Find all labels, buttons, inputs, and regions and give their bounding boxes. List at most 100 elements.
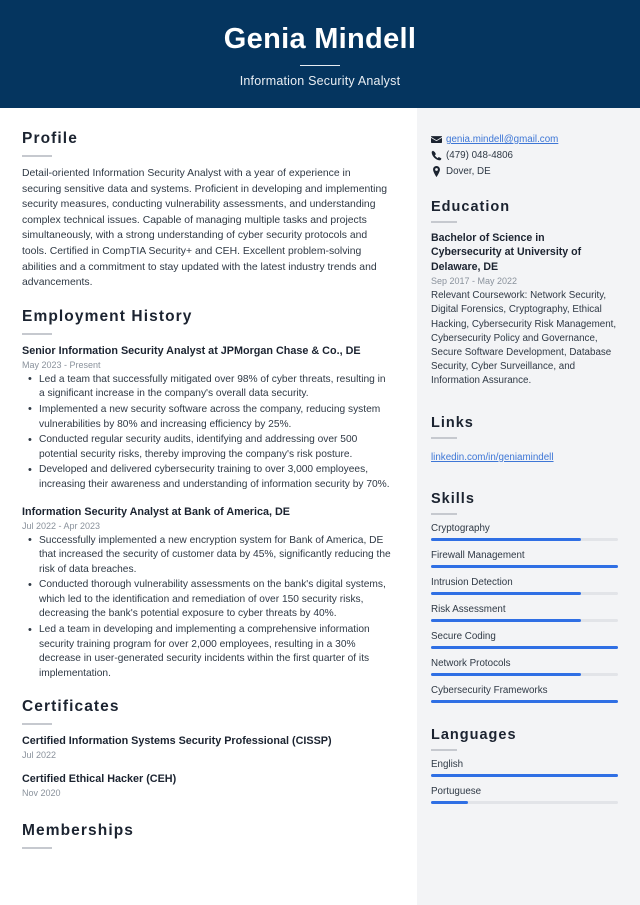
- skill-bar-track: [431, 564, 618, 568]
- education-description: Relevant Coursework: Network Security, D…: [431, 290, 617, 387]
- skill-label: Risk Assessment: [431, 603, 506, 615]
- skill-label: Firewall Management: [431, 549, 525, 561]
- language-bar-track: [431, 800, 618, 804]
- job-date: Jul 2022 - Apr 2023: [22, 520, 101, 531]
- job-bullet: Developed and delivered cybersecurity tr…: [22, 463, 391, 492]
- contact-row-phone: (479) 048-4806: [431, 150, 618, 161]
- education-date: Sep 2017 - May 2022: [431, 276, 518, 287]
- section-rule: [431, 436, 457, 439]
- memberships-section: Memberships: [22, 822, 391, 850]
- certificate-entry: Certified Information Systems Security P…: [22, 734, 391, 760]
- job-bullet: Conducted regular security audits, ident…: [22, 433, 391, 462]
- links-section: Links linkedin.com/in/geniamindell: [431, 415, 618, 465]
- language-bar-fill: [431, 773, 618, 777]
- candidate-name: Genia Mindell: [223, 22, 417, 55]
- skill-label: Intrusion Detection: [431, 576, 513, 588]
- skill-bar-track: [431, 591, 618, 595]
- email-link[interactable]: genia.mindell@gmail.com: [446, 134, 558, 145]
- skill-bar-track: [431, 537, 618, 541]
- skill-bar-fill: [431, 645, 618, 649]
- job-entry: Senior Information Security Analyst at J…: [22, 344, 391, 493]
- skill-bar-track: [431, 699, 618, 703]
- profile-heading: Profile: [22, 130, 78, 147]
- language-label: Portuguese: [431, 785, 482, 797]
- skill-label: Secure Coding: [431, 630, 496, 642]
- certificate-name: Certified Information Systems Security P…: [22, 735, 332, 748]
- skill-item: Secure Coding: [431, 631, 618, 649]
- job-entry: Information Security Analyst at Bank of …: [22, 505, 391, 682]
- language-item: Portuguese: [431, 786, 618, 804]
- skill-item: Risk Assessment: [431, 604, 618, 622]
- section-rule: [22, 332, 52, 335]
- profile-section: Profile Detail-oriented Information Secu…: [22, 130, 391, 291]
- resume-body: Profile Detail-oriented Information Secu…: [0, 108, 640, 905]
- skill-item: Intrusion Detection: [431, 577, 618, 595]
- skill-bar-track: [431, 645, 618, 649]
- section-rule: [431, 748, 457, 751]
- skill-item: Firewall Management: [431, 550, 618, 568]
- contact-list: genia.mindell@gmail.com (479) 048-4806 D…: [431, 134, 618, 177]
- certificates-heading: Certificates: [22, 698, 120, 716]
- skill-bar-fill: [431, 564, 618, 568]
- contact-row-location: Dover, DE: [431, 166, 618, 177]
- skill-bar-fill: [431, 537, 581, 541]
- resume-header: Genia Mindell Information Security Analy…: [0, 0, 640, 108]
- education-section: Education Bachelor of Science in Cyberse…: [431, 199, 618, 389]
- skill-bar-track: [431, 672, 618, 676]
- skill-bar-fill: [431, 672, 581, 676]
- employment-heading: Employment History: [22, 307, 193, 325]
- certificate-date: Jul 2022: [22, 750, 57, 761]
- skill-label: Cybersecurity Frameworks: [431, 684, 548, 696]
- job-date: May 2023 - Present: [22, 359, 101, 370]
- memberships-heading: Memberships: [22, 822, 135, 840]
- profile-text: Detail-oriented Information Security Ana…: [22, 168, 388, 289]
- job-bullets: Led a team that successfully mitigated o…: [22, 372, 391, 493]
- envelope-icon: [431, 134, 446, 145]
- section-rule: [22, 723, 52, 726]
- job-title: Information Security Analyst at Bank of …: [22, 505, 290, 518]
- sidebar-column: genia.mindell@gmail.com (479) 048-4806 D…: [417, 108, 640, 905]
- resume-page: Genia Mindell Information Security Analy…: [0, 0, 640, 905]
- job-bullet: Conducted thorough vulnerability assessm…: [22, 578, 391, 622]
- certificate-name: Certified Ethical Hacker (CEH): [22, 773, 177, 786]
- skill-label: Network Protocols: [431, 657, 511, 669]
- skill-bar-track: [431, 618, 618, 622]
- language-bar-fill: [431, 800, 469, 804]
- job-bullets: Successfully implemented a new encryptio…: [22, 533, 391, 682]
- job-title: Senior Information Security Analyst at J…: [22, 344, 361, 357]
- skill-bar-fill: [431, 591, 581, 595]
- candidate-job-title: Information Security Analyst: [239, 74, 401, 89]
- language-bar-track: [431, 773, 618, 777]
- skill-item: Network Protocols: [431, 658, 618, 676]
- location-value: Dover, DE: [446, 166, 491, 177]
- phone-icon: [431, 150, 446, 161]
- skill-bar-fill: [431, 618, 581, 622]
- skill-bar-fill: [431, 699, 618, 703]
- links-heading: Links: [431, 414, 474, 431]
- skill-item: Cryptography: [431, 523, 618, 541]
- job-bullet: Implemented a new security software acro…: [22, 402, 391, 432]
- language-item: English: [431, 759, 618, 777]
- certificates-section: Certificates Certified Information Syste…: [22, 698, 391, 798]
- language-label: English: [431, 758, 464, 770]
- location-pin-icon: [431, 166, 446, 177]
- skills-section: Skills Cryptography Firewall Management …: [431, 491, 618, 703]
- languages-heading: Languages: [431, 726, 517, 743]
- skills-heading: Skills: [431, 490, 475, 507]
- section-rule: [22, 155, 52, 157]
- section-rule: [431, 221, 457, 223]
- linkedin-link[interactable]: linkedin.com/in/geniamindell: [431, 452, 554, 463]
- languages-section: Languages English Portuguese: [431, 727, 618, 804]
- education-heading: Education: [431, 199, 511, 215]
- employment-section: Employment History Senior Information Se…: [22, 308, 391, 682]
- job-bullet: Successfully implemented a new encryptio…: [22, 533, 391, 578]
- certificate-date: Nov 2020: [22, 788, 61, 799]
- certificate-entry: Certified Ethical Hacker (CEH) Nov 2020: [22, 772, 391, 798]
- skill-label: Cryptography: [431, 522, 490, 534]
- education-degree: Bachelor of Science in Cybersecurity at …: [431, 232, 582, 273]
- header-divider: [300, 64, 340, 67]
- section-rule: [22, 847, 52, 850]
- job-bullet: Led a team that successfully mitigated o…: [22, 372, 391, 402]
- job-bullet: Led a team in developing and implementin…: [22, 623, 391, 681]
- skill-item: Cybersecurity Frameworks: [431, 685, 618, 703]
